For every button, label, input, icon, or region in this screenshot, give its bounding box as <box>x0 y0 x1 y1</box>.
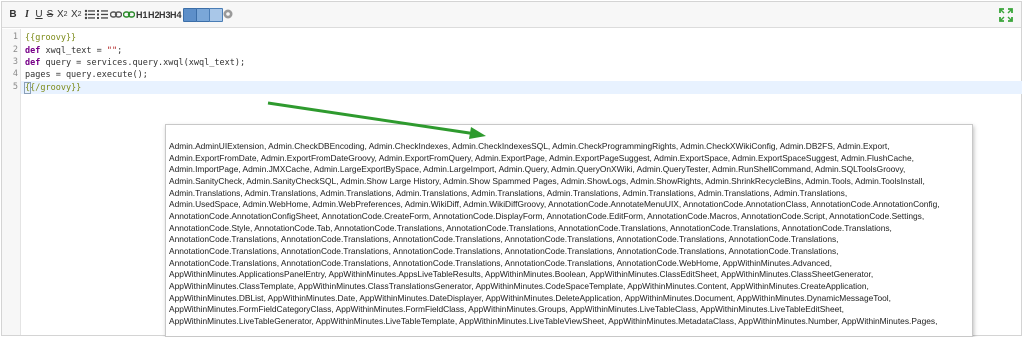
autocomplete-item-row[interactable]: Admin.SanityCheck, Admin.SanityCheckSQL,… <box>169 176 969 188</box>
code-line[interactable]: def xwql_text = ""; <box>25 45 122 57</box>
autocomplete-item-row[interactable]: AppWithinMinutes.ClassTemplate, AppWithi… <box>169 281 969 293</box>
line-number-gutter: 1 2 3 4 5 <box>2 29 21 335</box>
line-number: 1 <box>12 32 18 42</box>
italic-icon: I <box>25 9 29 20</box>
bulleted-list-icon[interactable] <box>84 9 95 20</box>
code-line[interactable]: {{/groovy}} <box>23 82 82 94</box>
code-line[interactable]: {{groovy}} <box>25 32 76 44</box>
heading3-icon: H3 <box>159 10 171 20</box>
heading4-button[interactable]: H4 <box>170 7 182 23</box>
line-number: 4 <box>12 69 18 79</box>
autocomplete-item-row[interactable]: Admin.ExportFromDate, Admin.ExportFromDa… <box>169 153 969 165</box>
heading1-icon: H1 <box>136 10 148 20</box>
underline-icon: U <box>35 9 43 20</box>
autocomplete-popup: Admin.AdminUIExtension, Admin.CheckDBEnc… <box>165 124 973 337</box>
line-number: 2 <box>12 45 18 55</box>
code-line[interactable]: pages = query.execute(); <box>25 69 148 81</box>
link-icon[interactable] <box>110 10 122 19</box>
heading3-button[interactable]: H3 <box>159 7 171 23</box>
line-number: 3 <box>12 57 18 67</box>
autocomplete-item-row[interactable]: AppWithinMinutes.LiveTableGenerator, App… <box>169 316 969 328</box>
autocomplete-item-row[interactable]: AppWithinMinutes.ApplicationsPanelEntry,… <box>169 269 969 281</box>
code-text: xwql_text = <box>40 46 107 56</box>
image-icon[interactable] <box>183 8 197 22</box>
code-line[interactable]: def query = services.query.xwql(xwql_tex… <box>25 57 245 69</box>
table-icon[interactable] <box>196 8 210 22</box>
bold-button[interactable]: B <box>8 7 18 23</box>
link-remove-icon[interactable] <box>123 9 135 20</box>
autocomplete-item-row[interactable]: Admin.UsedSpace, Admin.WebHome, Admin.We… <box>169 199 969 211</box>
underline-button[interactable]: U <box>34 7 44 23</box>
autocomplete-item-row[interactable]: AnnotationCode.Translations, AnnotationC… <box>169 258 969 270</box>
autocomplete-item-row[interactable]: Admin.ImportPage, Admin.JMXCache, Admin.… <box>169 164 969 176</box>
expand-icon[interactable] <box>999 8 1013 22</box>
subscript-base: X <box>57 9 64 20</box>
heading4-icon: H4 <box>170 10 182 20</box>
autocomplete-item-row[interactable]: AnnotationCode.AnnotationConfigSheet, An… <box>169 211 969 223</box>
code-keyword: def <box>25 46 41 56</box>
superscript-base: X <box>71 9 78 20</box>
strikethrough-button[interactable]: S <box>45 7 55 23</box>
subscript-button[interactable]: X2 <box>57 7 68 23</box>
settings-icon[interactable] <box>222 8 234 20</box>
strikethrough-icon: S <box>46 9 54 20</box>
heading2-button[interactable]: H2 <box>148 7 160 23</box>
active-line-highlight <box>21 81 1022 94</box>
subscript-mark: 2 <box>63 11 68 18</box>
attachment-icon[interactable] <box>209 8 223 22</box>
editor-toolbar: B I U S X2 X2 H1 H2 H3 H4 <box>2 2 1021 28</box>
heading1-button[interactable]: H1 <box>136 7 148 23</box>
italic-button[interactable]: I <box>22 7 32 23</box>
code-keyword: def <box>25 58 41 68</box>
autocomplete-item-row[interactable]: AnnotationCode.Translations, AnnotationC… <box>169 234 969 246</box>
superscript-icon: X2 <box>71 9 82 20</box>
code-string: "" <box>106 46 118 56</box>
autocomplete-item-row[interactable]: Admin.Translations, Admin.Translations, … <box>169 188 969 200</box>
code-text: ; <box>117 46 123 56</box>
line-number: 5 <box>12 82 18 92</box>
code-text: {/groovy}} <box>30 83 82 93</box>
superscript-mark: 2 <box>77 11 82 18</box>
code-text: query = services.query.xwql(xwql_text); <box>40 58 246 68</box>
autocomplete-item-row[interactable]: Admin.AdminUIExtension, Admin.CheckDBEnc… <box>169 141 969 153</box>
bold-icon: B <box>9 9 17 20</box>
autocomplete-item-row[interactable]: AnnotationCode.Style, AnnotationCode.Tab… <box>169 223 969 235</box>
subscript-icon: X2 <box>57 9 68 20</box>
autocomplete-item-row[interactable]: AnnotationCode.Translations, AnnotationC… <box>169 246 969 258</box>
numbered-list-icon[interactable] <box>97 9 108 20</box>
autocomplete-item-row[interactable]: AppWithinMinutes.FormFieldCategoryClass,… <box>169 304 969 316</box>
autocomplete-list: Admin.AdminUIExtension, Admin.CheckDBEnc… <box>169 141 969 328</box>
autocomplete-item-row[interactable]: AppWithinMinutes.DBList, AppWithinMinute… <box>169 293 969 305</box>
superscript-button[interactable]: X2 <box>71 7 82 23</box>
heading2-icon: H2 <box>148 10 160 20</box>
